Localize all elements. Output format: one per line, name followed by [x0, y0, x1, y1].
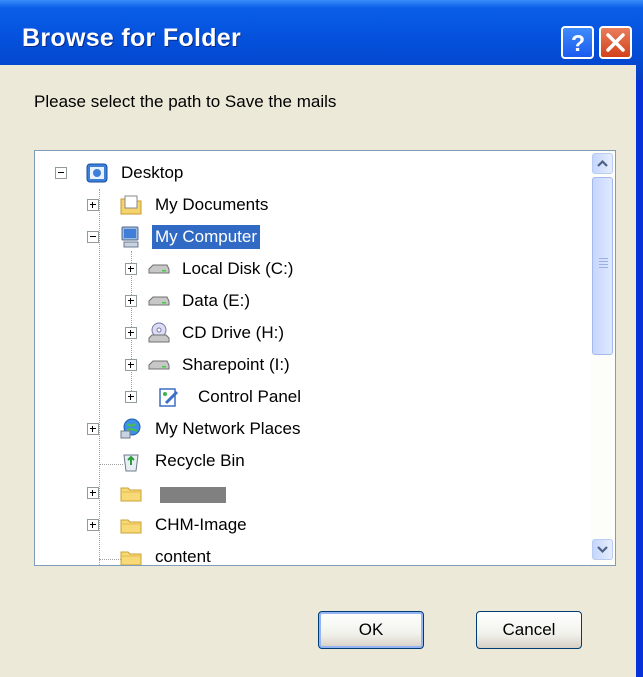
chevron-up-icon: [597, 159, 608, 167]
thumb-grip: [599, 264, 608, 265]
hard-drive-icon: [148, 296, 170, 306]
recycle-bin-icon: [123, 454, 139, 472]
expand-icon[interactable]: [125, 359, 137, 371]
prompt-text: Please select the path to Save the mails: [34, 92, 337, 111]
svg-text:?: ?: [571, 30, 585, 56]
my-documents-icon: [120, 195, 142, 215]
close-button[interactable]: [599, 26, 632, 59]
tree-item-label: Control Panel: [198, 387, 302, 406]
vertical-scrollbar[interactable]: [590, 151, 615, 565]
desktop-icon: [86, 163, 108, 183]
help-icon: ?: [571, 30, 585, 56]
expand-icon[interactable]: [125, 327, 137, 339]
tree-item-label: Local Disk (C:): [182, 259, 294, 278]
collapse-icon[interactable]: [87, 231, 99, 243]
expand-icon[interactable]: [87, 487, 99, 499]
folder-icon: [120, 519, 142, 534]
expand-icon[interactable]: [125, 295, 137, 307]
help-button[interactable]: ?: [561, 26, 594, 59]
scroll-thumb[interactable]: [592, 177, 613, 355]
tree-item-label: Sharepoint (I:): [182, 355, 290, 374]
tree-item-label: My Documents: [155, 195, 269, 214]
thumb-grip: [599, 267, 608, 268]
scroll-up-button[interactable]: [592, 153, 613, 174]
close-icon: [606, 33, 625, 52]
tree-item-label: CHM-Image: [155, 515, 247, 534]
tree-item-label: CD Drive (H:): [182, 323, 284, 342]
scroll-down-button[interactable]: [592, 539, 613, 560]
network-drive-icon: [148, 360, 170, 370]
ok-button[interactable]: OK: [318, 611, 424, 649]
folder-icon: [120, 551, 142, 565]
folder-tree[interactable]: Desktop My Documents My Computer Local D…: [34, 150, 616, 566]
expand-icon[interactable]: [87, 519, 99, 531]
collapse-icon[interactable]: [55, 167, 67, 179]
expand-icon[interactable]: [125, 391, 137, 403]
tree-item-label: [152, 481, 158, 483]
chevron-down-icon: [597, 546, 608, 554]
redacted-label: [160, 487, 226, 503]
tree-line: [99, 189, 101, 565]
tree-item-label: My Computer: [152, 225, 261, 249]
folder-icon: [120, 487, 142, 502]
expand-icon[interactable]: [87, 423, 99, 435]
tree-item-label: My Network Places: [155, 419, 301, 438]
tree-item-label: Recycle Bin: [155, 451, 245, 470]
thumb-grip: [599, 258, 608, 259]
browse-for-folder-dialog: Browse for Folder ? Please select the pa…: [0, 0, 643, 677]
hard-drive-icon: [148, 264, 170, 274]
thumb-grip: [599, 261, 608, 262]
my-computer-icon: [121, 226, 139, 248]
cancel-button[interactable]: Cancel: [476, 611, 582, 649]
window-title: Browse for Folder: [22, 24, 242, 52]
expand-icon[interactable]: [87, 199, 99, 211]
tree-item-label: Desktop: [121, 163, 184, 182]
tree-item-label: Data (E:): [182, 291, 251, 310]
network-places-icon: [120, 418, 141, 439]
cd-drive-icon: [148, 322, 170, 343]
expand-icon[interactable]: [125, 263, 137, 275]
tree-item-label: content: [155, 547, 211, 566]
control-panel-icon: [159, 388, 179, 407]
